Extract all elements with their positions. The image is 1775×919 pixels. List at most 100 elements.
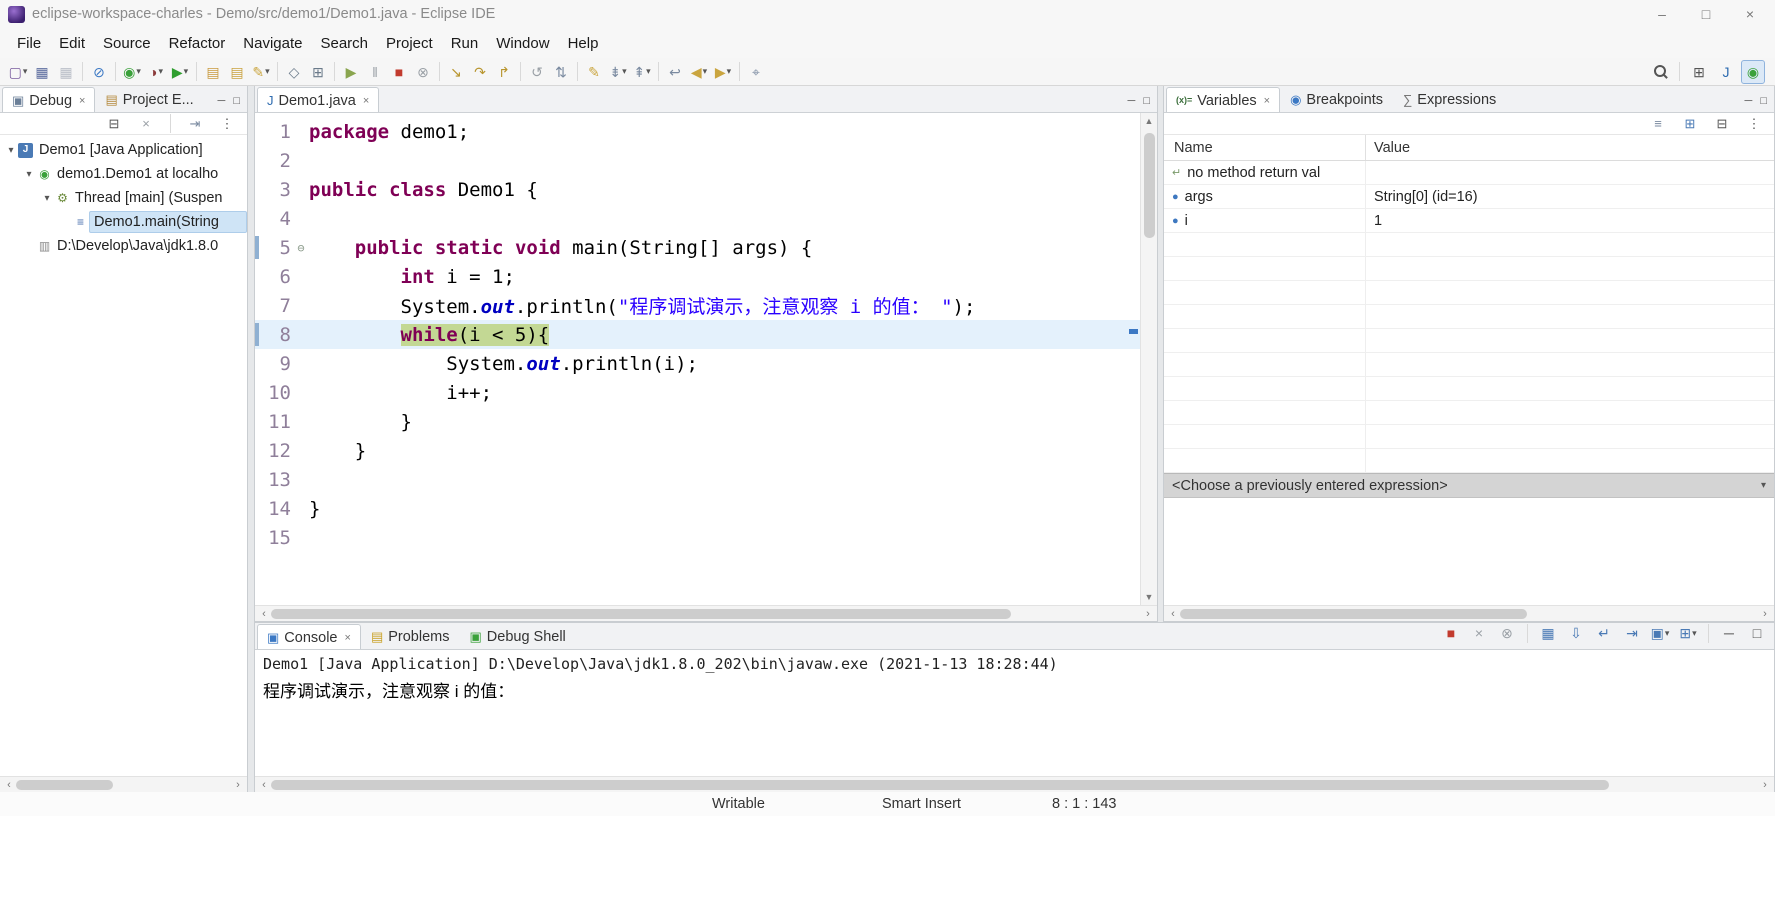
collapse-all-variables-button[interactable]: ⊟ (1710, 112, 1734, 136)
code-line[interactable]: 15 (255, 523, 1157, 552)
pin-editor-button[interactable]: ⌖ (744, 60, 768, 84)
variable-row[interactable]: ● args String[0] (id=16) (1164, 185, 1774, 209)
close-tab-icon[interactable]: × (1264, 95, 1270, 107)
scroll-left-icon[interactable]: ‹ (1166, 608, 1180, 620)
dropdown-arrow-icon[interactable]: ▾ (1665, 628, 1670, 639)
dropdown-arrow-icon[interactable]: ▾ (158, 66, 163, 77)
menu-edit[interactable]: Edit (50, 31, 94, 56)
code-line[interactable]: 7 System.out.println("程序调试演示，注意观察 i 的值： … (255, 291, 1157, 320)
scroll-right-icon[interactable]: › (231, 779, 245, 791)
step-over-button[interactable]: ↷ (468, 60, 492, 84)
scroll-up-icon[interactable]: ▲ (1145, 113, 1154, 129)
maximize-view-button[interactable]: □ (1758, 95, 1769, 108)
dropdown-arrow-icon[interactable]: ▾ (727, 66, 732, 77)
minimize-console-button[interactable]: ─ (1717, 621, 1741, 645)
pin-console-button[interactable]: ⇥ (1620, 621, 1644, 645)
close-tab-icon[interactable]: × (79, 95, 85, 107)
scroll-right-icon[interactable]: › (1758, 608, 1772, 620)
scroll-thumb[interactable] (1180, 608, 1527, 619)
dropdown-arrow-icon[interactable]: ▾ (265, 66, 270, 77)
minimize-view-button[interactable]: ─ (1743, 95, 1755, 108)
open-console-button[interactable]: ⊞ ▾ (1676, 621, 1700, 645)
menu-source[interactable]: Source (94, 31, 160, 56)
minimize-view-button[interactable]: ─ (216, 95, 228, 108)
code-line[interactable]: 13 (255, 465, 1157, 494)
scroll-left-icon[interactable]: ‹ (2, 779, 16, 791)
back-button[interactable]: ◀ ▾ (687, 60, 711, 84)
code-line[interactable]: 4 (255, 204, 1157, 233)
column-header-name[interactable]: Name (1164, 135, 1366, 160)
mark-occurrences-button[interactable]: ✎ (582, 60, 606, 84)
menu-file[interactable]: File (8, 31, 50, 56)
collapse-all-button[interactable]: ⊟ (102, 112, 126, 136)
maximize-view-button[interactable]: □ (231, 95, 242, 108)
remove-launch-button[interactable]: × (1467, 621, 1491, 645)
terminate-button[interactable]: ■ (387, 60, 411, 84)
tab-debug-shell[interactable]: ▣ Debug Shell (459, 623, 575, 649)
coverage-button[interactable]: ◑ ▾ (144, 60, 168, 84)
java-perspective-button[interactable]: J (1714, 60, 1738, 84)
jre-node[interactable]: ▥ D:\Develop\Java\jdk1.8.0 (0, 234, 247, 258)
minimize-view-button[interactable]: ─ (1126, 95, 1138, 108)
variable-row[interactable]: ● i 1 (1164, 209, 1774, 233)
stack-frame-node[interactable]: ≡ Demo1.main(String (0, 210, 247, 234)
resume-button[interactable]: ▶ (339, 60, 363, 84)
drop-to-frame-button[interactable]: ↺ (525, 60, 549, 84)
tab-project-explorer[interactable]: ▤ Project E... (95, 86, 203, 112)
open-perspective-button[interactable]: ⊞ (1687, 60, 1711, 84)
code-line[interactable]: 14} (255, 494, 1157, 523)
scroll-thumb[interactable] (16, 779, 113, 790)
tab-problems[interactable]: ▤ Problems (361, 623, 460, 649)
close-tab-icon[interactable]: × (363, 95, 369, 107)
debug-target-node[interactable]: ▾ ◉ demo1.Demo1 at localho (0, 162, 247, 186)
remove-all-terminated-button[interactable]: × (134, 112, 158, 136)
maximize-view-button[interactable]: □ (1141, 95, 1152, 108)
dropdown-arrow-icon[interactable]: ▾ (136, 66, 141, 77)
menu-navigate[interactable]: Navigate (234, 31, 311, 56)
last-edit-location-button[interactable]: ↩ (663, 60, 687, 84)
pin-debug-view-button[interactable]: ⇥ (183, 112, 207, 136)
tab-expressions[interactable]: ∑ Expressions (1393, 86, 1506, 112)
save-button[interactable]: ▦ (30, 60, 54, 84)
step-return-button[interactable]: ↱ (492, 60, 516, 84)
dropdown-arrow-icon[interactable]: ▾ (184, 66, 189, 77)
dropdown-arrow-icon[interactable]: ▾ (646, 66, 651, 77)
scroll-right-icon[interactable]: › (1141, 608, 1155, 620)
editor-hscrollbar[interactable]: ‹ › (255, 605, 1157, 621)
menu-window[interactable]: Window (487, 31, 558, 56)
next-annotation-button[interactable]: ⇟ ▾ (606, 60, 630, 84)
menu-run[interactable]: Run (442, 31, 488, 56)
dropdown-arrow-icon[interactable]: ▾ (1692, 628, 1697, 639)
dropdown-arrow-icon[interactable]: ▾ (23, 66, 28, 77)
expander-icon[interactable]: ▾ (40, 193, 54, 204)
open-type-button[interactable]: ◇ (282, 60, 306, 84)
code-line[interactable]: 12 } (255, 436, 1157, 465)
debug-tree-hscrollbar[interactable]: ‹ › (0, 776, 247, 792)
menu-help[interactable]: Help (559, 31, 608, 56)
debug-button[interactable]: ◉ ▾ (120, 60, 144, 84)
code-line[interactable]: 2 (255, 146, 1157, 175)
scroll-right-icon[interactable]: › (1758, 779, 1772, 791)
variable-row[interactable]: ↵ no method return val (1164, 161, 1774, 185)
search-button[interactable] (1648, 60, 1672, 84)
console-body[interactable]: Demo1 [Java Application] D:\Develop\Java… (255, 650, 1774, 776)
debug-view-menu-button[interactable]: ⋮ (215, 112, 239, 136)
step-into-button[interactable]: ↘ (444, 60, 468, 84)
dropdown-arrow-icon[interactable]: ▾ (622, 66, 627, 77)
scroll-thumb[interactable] (1143, 133, 1155, 238)
show-type-names-button[interactable]: ≡ (1646, 112, 1670, 136)
dropdown-arrow-icon[interactable]: ▾ (703, 66, 708, 77)
terminate-console-button[interactable]: ■ (1439, 621, 1463, 645)
expander-icon[interactable]: ▾ (4, 145, 18, 156)
debug-perspective-button[interactable]: ◉ (1741, 59, 1765, 84)
clear-console-button[interactable]: ▦ (1536, 621, 1560, 645)
menu-search[interactable]: Search (311, 31, 377, 56)
overview-ruler-current-line-marker[interactable] (1129, 329, 1138, 334)
maximize-window-button[interactable]: □ (1685, 1, 1727, 27)
scroll-thumb[interactable] (271, 608, 1011, 619)
scroll-thumb[interactable] (271, 779, 1610, 790)
code-line[interactable]: 6 int i = 1; (255, 262, 1157, 291)
code-line[interactable]: 11 } (255, 407, 1157, 436)
expression-prompt-bar[interactable]: <Choose a previously entered expression>… (1164, 473, 1774, 498)
scroll-down-icon[interactable]: ▼ (1145, 589, 1154, 605)
